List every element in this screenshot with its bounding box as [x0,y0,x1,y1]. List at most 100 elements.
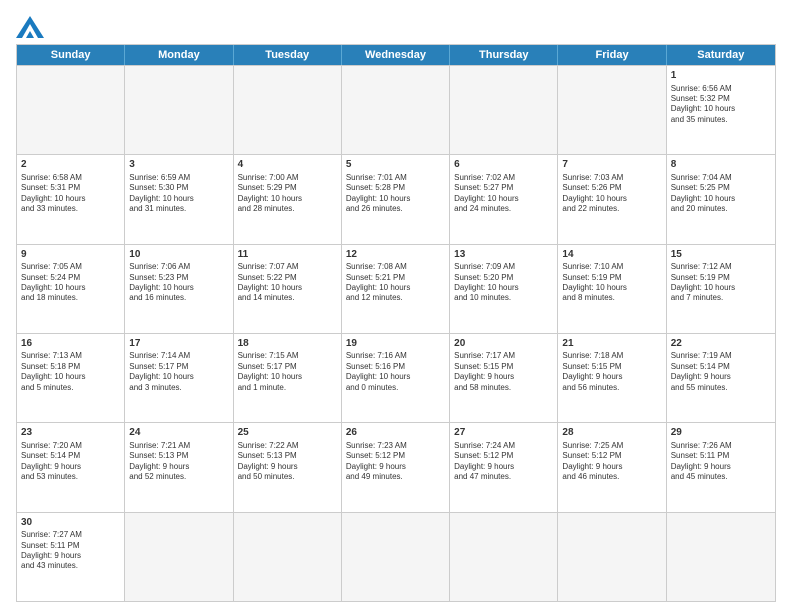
calendar-header: Sunday Monday Tuesday Wednesday Thursday… [17,45,775,65]
header [16,12,776,38]
calendar-cell: 25Sunrise: 7:22 AM Sunset: 5:13 PM Dayli… [234,423,342,511]
calendar-cell [17,66,125,154]
day-info: Sunrise: 7:19 AM Sunset: 5:14 PM Dayligh… [671,351,771,393]
logo-icon [16,16,44,38]
day-info: Sunrise: 7:27 AM Sunset: 5:11 PM Dayligh… [21,530,120,572]
calendar-row-6: 30Sunrise: 7:27 AM Sunset: 5:11 PM Dayli… [17,512,775,601]
calendar-cell: 13Sunrise: 7:09 AM Sunset: 5:20 PM Dayli… [450,245,558,333]
calendar-cell: 2Sunrise: 6:58 AM Sunset: 5:31 PM Daylig… [17,155,125,243]
logo [16,16,48,38]
day-number: 14 [562,248,661,262]
day-number: 7 [562,158,661,172]
day-number: 8 [671,158,771,172]
calendar-cell: 30Sunrise: 7:27 AM Sunset: 5:11 PM Dayli… [17,513,125,601]
calendar-cell [342,513,450,601]
calendar-cell: 3Sunrise: 6:59 AM Sunset: 5:30 PM Daylig… [125,155,233,243]
day-info: Sunrise: 7:01 AM Sunset: 5:28 PM Dayligh… [346,173,445,215]
day-info: Sunrise: 7:08 AM Sunset: 5:21 PM Dayligh… [346,262,445,304]
calendar-cell: 19Sunrise: 7:16 AM Sunset: 5:16 PM Dayli… [342,334,450,422]
day-number: 28 [562,426,661,440]
day-info: Sunrise: 7:06 AM Sunset: 5:23 PM Dayligh… [129,262,228,304]
header-wednesday: Wednesday [342,45,450,65]
day-info: Sunrise: 7:24 AM Sunset: 5:12 PM Dayligh… [454,441,553,483]
calendar-body: 1Sunrise: 6:56 AM Sunset: 5:32 PM Daylig… [17,65,775,601]
day-number: 12 [346,248,445,262]
day-number: 17 [129,337,228,351]
calendar-cell: 29Sunrise: 7:26 AM Sunset: 5:11 PM Dayli… [667,423,775,511]
calendar-cell: 20Sunrise: 7:17 AM Sunset: 5:15 PM Dayli… [450,334,558,422]
day-info: Sunrise: 7:21 AM Sunset: 5:13 PM Dayligh… [129,441,228,483]
calendar-cell [667,513,775,601]
day-number: 23 [21,426,120,440]
calendar-cell [234,66,342,154]
day-number: 16 [21,337,120,351]
day-number: 11 [238,248,337,262]
header-tuesday: Tuesday [234,45,342,65]
day-info: Sunrise: 7:02 AM Sunset: 5:27 PM Dayligh… [454,173,553,215]
day-info: Sunrise: 7:23 AM Sunset: 5:12 PM Dayligh… [346,441,445,483]
day-info: Sunrise: 7:15 AM Sunset: 5:17 PM Dayligh… [238,351,337,393]
day-number: 13 [454,248,553,262]
calendar-cell [558,513,666,601]
day-number: 27 [454,426,553,440]
calendar-cell [342,66,450,154]
day-number: 2 [21,158,120,172]
day-number: 22 [671,337,771,351]
day-info: Sunrise: 7:09 AM Sunset: 5:20 PM Dayligh… [454,262,553,304]
header-sunday: Sunday [17,45,125,65]
header-monday: Monday [125,45,233,65]
calendar-cell: 15Sunrise: 7:12 AM Sunset: 5:19 PM Dayli… [667,245,775,333]
calendar-cell: 17Sunrise: 7:14 AM Sunset: 5:17 PM Dayli… [125,334,233,422]
day-number: 10 [129,248,228,262]
day-number: 25 [238,426,337,440]
page: Sunday Monday Tuesday Wednesday Thursday… [0,0,792,612]
day-info: Sunrise: 7:17 AM Sunset: 5:15 PM Dayligh… [454,351,553,393]
calendar-row-4: 16Sunrise: 7:13 AM Sunset: 5:18 PM Dayli… [17,333,775,422]
day-info: Sunrise: 6:56 AM Sunset: 5:32 PM Dayligh… [671,84,771,126]
calendar-cell [125,513,233,601]
calendar-cell: 12Sunrise: 7:08 AM Sunset: 5:21 PM Dayli… [342,245,450,333]
calendar-cell: 23Sunrise: 7:20 AM Sunset: 5:14 PM Dayli… [17,423,125,511]
calendar-cell: 7Sunrise: 7:03 AM Sunset: 5:26 PM Daylig… [558,155,666,243]
calendar-cell: 16Sunrise: 7:13 AM Sunset: 5:18 PM Dayli… [17,334,125,422]
calendar-row-1: 1Sunrise: 6:56 AM Sunset: 5:32 PM Daylig… [17,65,775,154]
day-number: 19 [346,337,445,351]
calendar-cell: 8Sunrise: 7:04 AM Sunset: 5:25 PM Daylig… [667,155,775,243]
calendar-cell: 21Sunrise: 7:18 AM Sunset: 5:15 PM Dayli… [558,334,666,422]
calendar-cell: 28Sunrise: 7:25 AM Sunset: 5:12 PM Dayli… [558,423,666,511]
calendar-cell: 10Sunrise: 7:06 AM Sunset: 5:23 PM Dayli… [125,245,233,333]
day-number: 1 [671,69,771,83]
day-info: Sunrise: 7:12 AM Sunset: 5:19 PM Dayligh… [671,262,771,304]
header-thursday: Thursday [450,45,558,65]
day-info: Sunrise: 7:05 AM Sunset: 5:24 PM Dayligh… [21,262,120,304]
calendar-cell: 22Sunrise: 7:19 AM Sunset: 5:14 PM Dayli… [667,334,775,422]
day-info: Sunrise: 7:26 AM Sunset: 5:11 PM Dayligh… [671,441,771,483]
day-number: 3 [129,158,228,172]
day-info: Sunrise: 7:22 AM Sunset: 5:13 PM Dayligh… [238,441,337,483]
calendar-cell [125,66,233,154]
day-info: Sunrise: 7:04 AM Sunset: 5:25 PM Dayligh… [671,173,771,215]
calendar-cell [450,66,558,154]
day-number: 30 [21,516,120,530]
calendar: Sunday Monday Tuesday Wednesday Thursday… [16,44,776,602]
calendar-cell: 5Sunrise: 7:01 AM Sunset: 5:28 PM Daylig… [342,155,450,243]
calendar-cell: 27Sunrise: 7:24 AM Sunset: 5:12 PM Dayli… [450,423,558,511]
day-info: Sunrise: 6:59 AM Sunset: 5:30 PM Dayligh… [129,173,228,215]
day-number: 20 [454,337,553,351]
calendar-cell: 6Sunrise: 7:02 AM Sunset: 5:27 PM Daylig… [450,155,558,243]
calendar-cell [558,66,666,154]
header-saturday: Saturday [667,45,775,65]
calendar-row-3: 9Sunrise: 7:05 AM Sunset: 5:24 PM Daylig… [17,244,775,333]
calendar-row-5: 23Sunrise: 7:20 AM Sunset: 5:14 PM Dayli… [17,422,775,511]
day-number: 4 [238,158,337,172]
day-number: 9 [21,248,120,262]
day-info: Sunrise: 7:25 AM Sunset: 5:12 PM Dayligh… [562,441,661,483]
calendar-cell: 4Sunrise: 7:00 AM Sunset: 5:29 PM Daylig… [234,155,342,243]
day-info: Sunrise: 7:14 AM Sunset: 5:17 PM Dayligh… [129,351,228,393]
calendar-cell: 11Sunrise: 7:07 AM Sunset: 5:22 PM Dayli… [234,245,342,333]
day-number: 21 [562,337,661,351]
calendar-row-2: 2Sunrise: 6:58 AM Sunset: 5:31 PM Daylig… [17,154,775,243]
day-info: Sunrise: 7:00 AM Sunset: 5:29 PM Dayligh… [238,173,337,215]
day-info: Sunrise: 7:03 AM Sunset: 5:26 PM Dayligh… [562,173,661,215]
calendar-cell [450,513,558,601]
